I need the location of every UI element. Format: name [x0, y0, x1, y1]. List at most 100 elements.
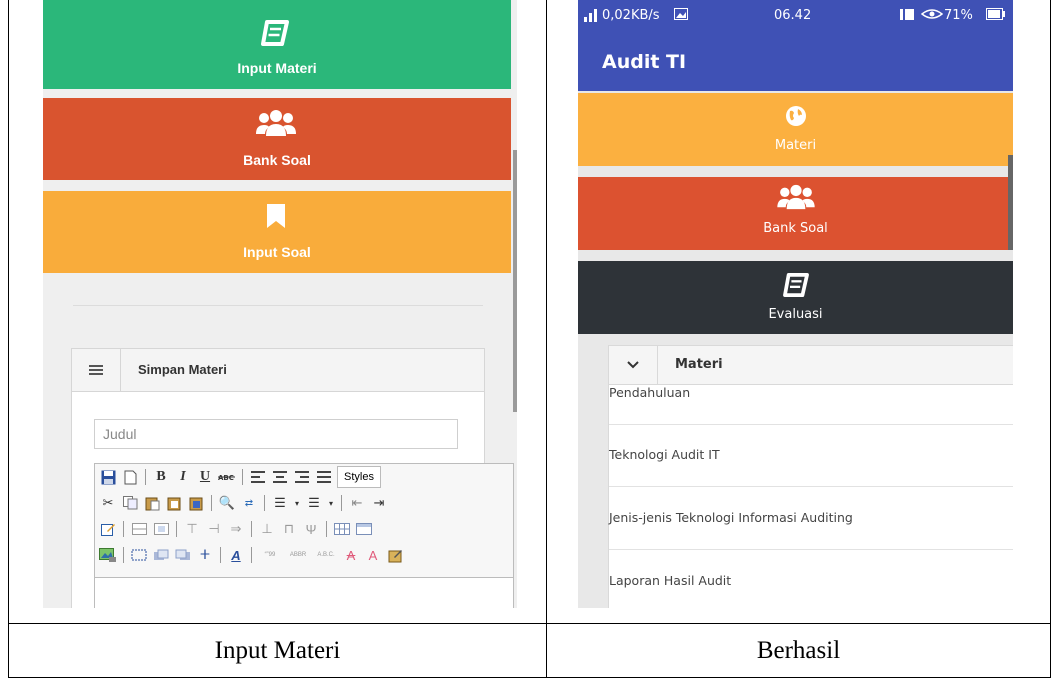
align-justify-icon[interactable]: [315, 468, 333, 486]
page-scrollbar[interactable]: [513, 150, 517, 412]
caption-left: Input Materi: [214, 637, 341, 664]
acronym-icon[interactable]: A.B.C.: [314, 546, 338, 564]
editor-toolbar-row-2: ✂ 🔍 ⇄ ☰ ▾ ☰ ▾ ⇤ ⇥: [99, 492, 388, 514]
cut-icon[interactable]: ✂: [99, 494, 117, 512]
input-materi-tile[interactable]: Input Materi: [43, 0, 511, 89]
align-right-icon[interactable]: [293, 468, 311, 486]
style-props-icon[interactable]: A: [227, 546, 245, 564]
book-icon: [783, 273, 809, 297]
status-bar: 0,02KB/s 06.42 71%: [578, 0, 1013, 33]
panel-header: Simpan Materi: [72, 349, 484, 392]
web-admin-screenshot: Input Materi Bank Soal Input Soal Simpan…: [43, 0, 517, 608]
eye-icon: [920, 8, 944, 24]
dropdown-arrow-icon[interactable]: ▾: [293, 494, 301, 512]
edit-icon[interactable]: [99, 520, 117, 538]
globe-icon: [786, 106, 806, 126]
editor-toolbar-row-1: B I U ABC Styles: [99, 466, 381, 488]
toolbar-separator: [176, 521, 177, 537]
merge-cells-icon[interactable]: ⊥: [258, 520, 276, 538]
bank-soal-tile[interactable]: Bank Soal: [578, 177, 1013, 250]
chevron-down-icon: [627, 361, 639, 369]
list-item-label: Laporan Hasil Audit: [609, 573, 732, 588]
del-icon[interactable]: A: [342, 546, 360, 564]
input-soal-tile[interactable]: Input Soal: [43, 191, 511, 273]
bank-soal-label: Bank Soal: [763, 221, 828, 236]
list-item[interactable]: Jenis-jenis Teknologi Informasi Auditing: [609, 487, 1013, 550]
table-row-icon[interactable]: [130, 520, 148, 538]
materi-label: Materi: [774, 138, 817, 153]
delete-row-icon[interactable]: ⇒: [227, 520, 245, 538]
list-item[interactable]: Laporan Hasil Audit: [609, 550, 1013, 608]
split-cells-icon[interactable]: ⊓: [280, 520, 298, 538]
table-props-icon[interactable]: [355, 520, 373, 538]
paste-icon[interactable]: [143, 494, 161, 512]
bank-soal-label: Bank Soal: [243, 152, 311, 168]
materi-list-header[interactable]: Materi: [609, 346, 1013, 385]
table-icon[interactable]: [333, 520, 351, 538]
abbr-icon[interactable]: ABBR: [286, 546, 310, 564]
ins-icon[interactable]: A: [364, 546, 382, 564]
input-soal-label: Input Soal: [243, 244, 311, 260]
save-icon[interactable]: [99, 468, 117, 486]
italic-button[interactable]: I: [174, 468, 192, 486]
materi-tile[interactable]: Materi: [578, 93, 1013, 166]
styles-dropdown[interactable]: Styles: [337, 466, 381, 488]
align-center-icon[interactable]: [271, 468, 289, 486]
frame-icon[interactable]: [130, 546, 148, 564]
bookmark-icon: [267, 204, 285, 228]
network-speed: 0,02KB/s: [602, 8, 660, 23]
paste-word-icon[interactable]: [187, 494, 205, 512]
find-icon[interactable]: 🔍: [218, 494, 236, 512]
materi-list-panel: Materi Pendahuluan Teknologi Audit IT Je…: [608, 345, 1013, 608]
insert-row-icon[interactable]: ⊤: [183, 520, 201, 538]
users-icon: [777, 184, 815, 210]
align-left-icon[interactable]: [249, 468, 267, 486]
cite-icon[interactable]: “”99: [258, 546, 282, 564]
section-separator: [73, 305, 483, 306]
table-cell-icon[interactable]: [152, 520, 170, 538]
replace-icon[interactable]: ⇄: [240, 494, 258, 512]
list-item[interactable]: Pendahuluan: [609, 384, 1013, 425]
toolbar-separator: [220, 547, 221, 563]
image-icon[interactable]: [99, 546, 117, 564]
app-title: Audit TI: [602, 51, 687, 73]
copy-icon[interactable]: [121, 494, 139, 512]
battery-percent: 71%: [944, 8, 973, 23]
dropdown-arrow-icon[interactable]: ▾: [327, 494, 335, 512]
paste-text-icon[interactable]: [165, 494, 183, 512]
toolbar-separator: [326, 521, 327, 537]
page-scrollbar[interactable]: [1008, 155, 1013, 250]
battery-icon: [986, 8, 1006, 24]
new-document-icon[interactable]: [121, 468, 139, 486]
layer-icon[interactable]: [152, 546, 170, 564]
indent-icon[interactable]: ⇥: [370, 494, 388, 512]
bold-button[interactable]: B: [152, 468, 170, 486]
layer-move-icon[interactable]: [174, 546, 192, 564]
bank-soal-tile[interactable]: Bank Soal: [43, 98, 511, 180]
list-header-divider: [657, 346, 658, 384]
rich-text-editor: B I U ABC Styles ✂ 🔍 ⇄ ☰ ▾ ☰ ▾ ⇤ ⇥ ⊤ ⊣ ⇒…: [94, 463, 514, 608]
caption-right: Berhasil: [756, 637, 841, 664]
strikethrough-icon[interactable]: ABC: [218, 468, 236, 486]
insert-col-icon[interactable]: ⊣: [205, 520, 223, 538]
evaluasi-tile[interactable]: Evaluasi: [578, 261, 1013, 334]
toolbar-separator: [123, 547, 124, 563]
materi-list-title: Materi: [675, 357, 723, 372]
outdent-icon[interactable]: ⇤: [348, 494, 366, 512]
app-bar: Audit TI: [578, 33, 1013, 91]
simpan-materi-panel: Simpan Materi B I U ABC: [71, 348, 514, 608]
anchor-icon[interactable]: ⵜ: [196, 546, 214, 564]
editor-content-area[interactable]: [95, 577, 513, 608]
bullet-list-icon[interactable]: ☰: [271, 494, 289, 512]
cell-props-icon[interactable]: Ψ: [302, 520, 320, 538]
list-item[interactable]: Teknologi Audit IT: [609, 425, 1013, 487]
gallery-icon: [674, 8, 688, 24]
toolbar-separator: [341, 495, 342, 511]
panel-title: Simpan Materi: [138, 362, 227, 377]
attributes-icon[interactable]: [386, 546, 404, 564]
judul-input[interactable]: [94, 419, 458, 449]
toolbar-separator: [211, 495, 212, 511]
toolbar-separator: [123, 521, 124, 537]
underline-button[interactable]: U: [196, 468, 214, 486]
numbered-list-icon[interactable]: ☰: [305, 494, 323, 512]
